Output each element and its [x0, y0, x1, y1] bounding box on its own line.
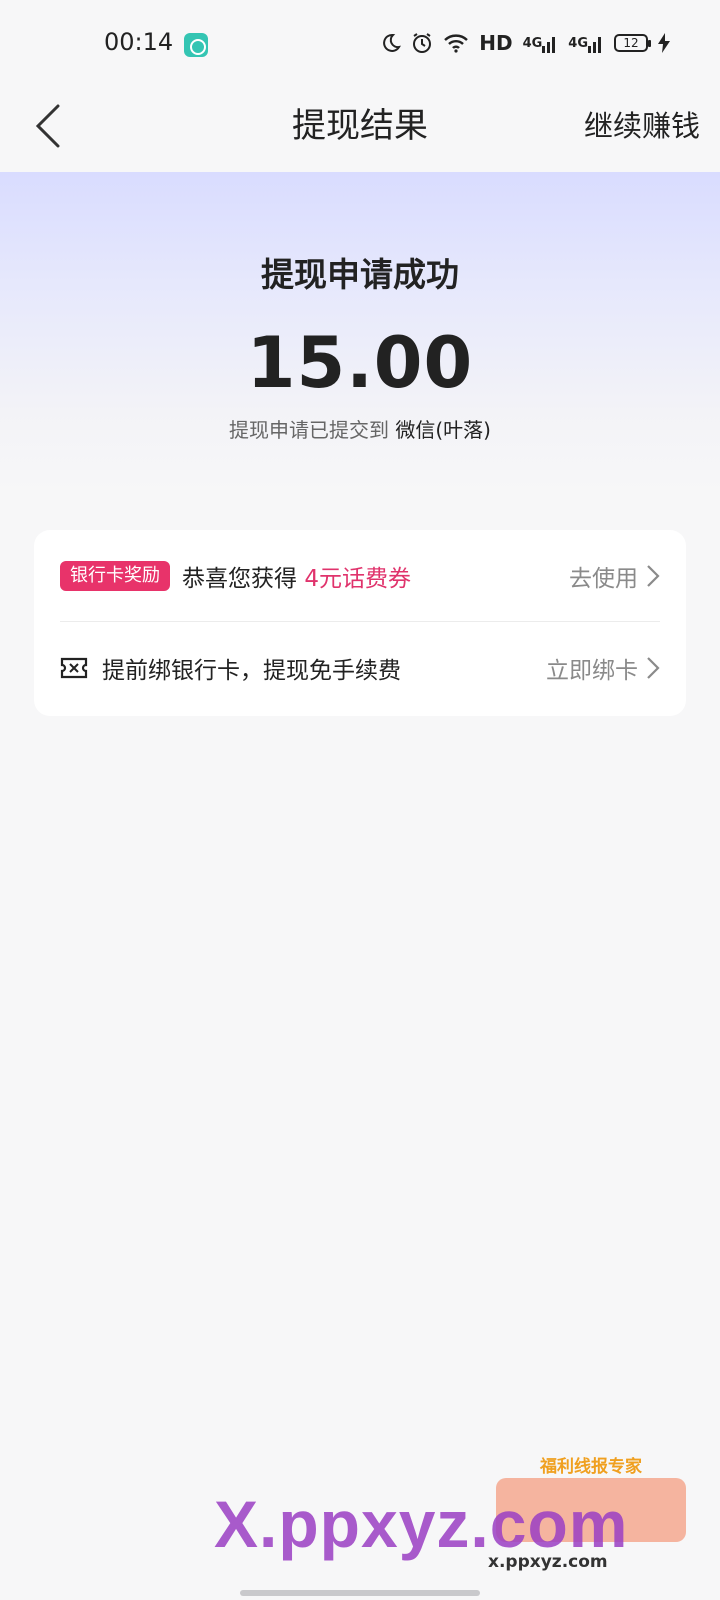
result-subtitle: 提现申请已提交到 微信(叶落) — [0, 414, 720, 443]
nav-header: 提现结果 继续赚钱 — [0, 90, 720, 172]
continue-earning-button[interactable]: 继续赚钱 — [584, 102, 700, 150]
status-icons: HD 4G 4G 12 — [381, 28, 670, 58]
result-title: 提现申请成功 — [261, 255, 459, 294]
network-type-2: 4G — [568, 35, 588, 51]
bind-card-button[interactable]: 立即绑卡 — [546, 651, 660, 685]
signal-icon-1: 4G — [523, 33, 559, 53]
page: 00:14 HD 4G 4G 12 提现结果 继续赚钱 提现申请成功 15.00… — [0, 0, 720, 1600]
battery-icon: 12 — [614, 34, 651, 52]
reward-text-prefix: 恭喜您获得 — [182, 565, 305, 592]
status-time: 00:14 — [104, 28, 174, 56]
home-indicator[interactable] — [240, 1590, 480, 1596]
reward-badge: 银行卡奖励 — [60, 560, 170, 591]
promo-card: 银行卡奖励 恭喜您获得 4元话费券 去使用 提前绑银行卡，提现免手续费 立即绑卡 — [34, 530, 686, 716]
moon-icon — [381, 33, 402, 53]
bind-card-text: 提前绑银行卡，提现免手续费 — [102, 658, 401, 684]
network-type-1: 4G — [522, 35, 543, 51]
use-reward-label: 去使用 — [569, 565, 638, 592]
subtitle-prefix: 提现申请已提交到 — [229, 418, 396, 442]
app-notification-icon — [184, 33, 208, 57]
result-hero: 提现申请成功 15.00 提现申请已提交到 微信(叶落) — [0, 172, 720, 492]
status-bar: 00:14 HD 4G 4G 12 — [0, 0, 720, 90]
bind-card-label: 立即绑卡 — [546, 658, 638, 684]
destination-account: 微信(叶落) — [395, 418, 491, 442]
battery-level: 12 — [623, 36, 639, 50]
chevron-right-icon — [647, 564, 660, 587]
bind-card-row[interactable]: 提前绑银行卡，提现免手续费 立即绑卡 — [60, 622, 660, 714]
wifi-icon — [443, 33, 469, 53]
ticket-icon — [60, 656, 88, 680]
chevron-right-icon — [647, 657, 660, 679]
hd-label: HD — [479, 31, 513, 55]
signal-icon-2: 4G — [568, 33, 604, 53]
reward-row[interactable]: 银行卡奖励 恭喜您获得 4元话费券 去使用 — [60, 530, 660, 622]
use-reward-button[interactable]: 去使用 — [569, 559, 660, 593]
withdraw-amount: 15.00 — [246, 322, 474, 404]
watermark-url: x.ppxyz.com — [488, 1552, 608, 1572]
reward-text: 恭喜您获得 4元话费券 — [182, 559, 411, 593]
alarm-icon — [411, 32, 433, 54]
reward-highlight: 4元话费券 — [304, 565, 411, 592]
watermark-caption: 福利线报专家 — [540, 1457, 642, 1477]
charging-icon — [658, 33, 670, 53]
